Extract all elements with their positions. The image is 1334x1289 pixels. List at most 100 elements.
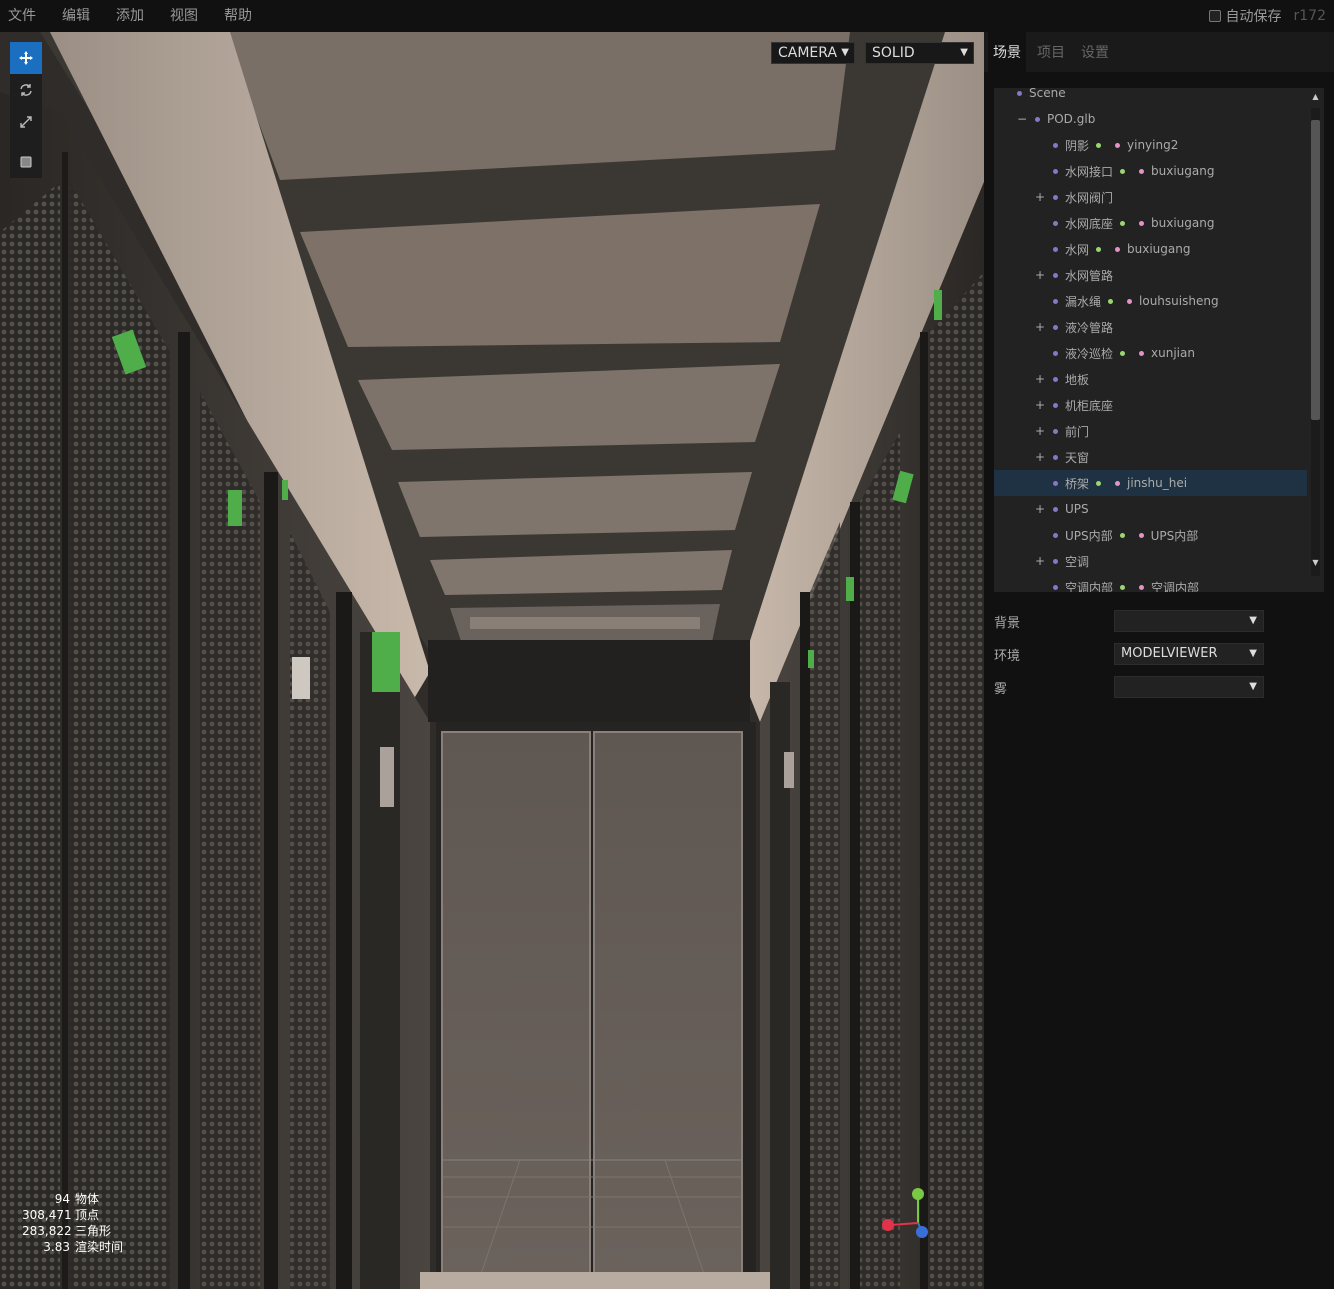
tab-settings[interactable]: 设置 <box>1076 32 1114 72</box>
outliner-item-name: 水网阀门 <box>1065 190 1114 205</box>
menu-edit[interactable]: 编辑 <box>54 0 98 32</box>
autosave-label[interactable]: 自动保存 <box>1226 6 1282 26</box>
chevron-down-icon: ▼ <box>960 47 968 58</box>
outliner-row[interactable]: 水网 buxiugang <box>994 236 1307 262</box>
geometry-icon <box>1120 350 1126 356</box>
geometry-icon <box>1096 480 1102 486</box>
outliner-row[interactable]: 水网接口 buxiugang <box>994 158 1307 184</box>
menu-add[interactable]: 添加 <box>108 0 152 32</box>
outliner-row[interactable]: + 水网管路 <box>994 262 1307 288</box>
geometry-icon <box>1096 246 1102 252</box>
scroll-up-icon[interactable]: ▲ <box>1307 90 1324 104</box>
outliner-item-name: 漏水绳 <box>1065 294 1102 309</box>
environment-label: 环境 <box>994 648 1021 664</box>
outliner-item-name: 水网管路 <box>1065 268 1114 283</box>
outliner-row[interactable]: + 机柜底座 <box>994 392 1307 418</box>
outliner-row[interactable]: 空调内部 空调内部 <box>994 574 1307 592</box>
object-type-icon <box>1053 584 1058 590</box>
tab-scene[interactable]: 场景 <box>988 32 1026 72</box>
menu-view[interactable]: 视图 <box>162 0 206 32</box>
info-triangles: 283,822 三角形 <box>22 1224 112 1238</box>
outliner-item-name: POD.glb <box>1047 112 1096 126</box>
outliner-item-name: 液冷管路 <box>1065 320 1114 335</box>
collapse-icon[interactable]: − <box>1016 112 1028 126</box>
outliner-row[interactable]: − POD.glb <box>994 106 1307 132</box>
rotate-icon[interactable] <box>10 74 42 106</box>
expand-icon[interactable]: + <box>1034 424 1046 438</box>
autosave-checkbox[interactable] <box>1208 10 1221 22</box>
material-icon <box>1138 532 1144 538</box>
outliner-item-name: 空调 <box>1065 554 1090 569</box>
chevron-down-icon: ▼ <box>841 47 849 58</box>
viewport[interactable]: CAMERA ▼ SOLID ▼ 94 物体 308,471 顶点 283,82… <box>0 32 984 1289</box>
outliner-item-material: UPS内部 <box>1150 528 1199 543</box>
scroll-down-icon[interactable]: ▼ <box>1307 556 1324 570</box>
outliner-item-name: 桥架 <box>1065 476 1090 491</box>
outliner-row[interactable]: + 水网阀门 <box>994 184 1307 210</box>
outliner-row[interactable]: 桥架 jinshu_hei <box>994 470 1307 496</box>
menu-help[interactable]: 帮助 <box>216 0 260 32</box>
expand-icon[interactable]: + <box>1034 502 1046 516</box>
object-type-icon <box>1053 480 1058 486</box>
object-type-icon <box>1053 142 1058 148</box>
version-label: r172 <box>1293 8 1326 24</box>
outliner-row[interactable]: + 液冷管路 <box>994 314 1307 340</box>
object-type-icon <box>1053 558 1058 564</box>
outliner-item-material: buxiugang <box>1127 242 1191 256</box>
expand-icon[interactable]: + <box>1034 398 1046 412</box>
expand-icon[interactable]: + <box>1034 320 1046 334</box>
expand-icon[interactable]: + <box>1034 450 1046 464</box>
outliner-row[interactable]: UPS内部 UPS内部 <box>994 522 1307 548</box>
expand-icon[interactable]: + <box>1034 372 1046 386</box>
outliner-row[interactable]: + 空调 <box>994 548 1307 574</box>
background-select[interactable]: ▼ <box>1114 610 1264 632</box>
material-icon <box>1139 168 1145 174</box>
outliner-row[interactable]: 液冷巡检 xunjian <box>994 340 1307 366</box>
translate-icon[interactable] <box>10 42 42 74</box>
render-info: 94 物体 308,471 顶点 283,822 三角形 3.83 渲染时间 <box>22 1191 123 1255</box>
background-row: 背景 ▼ <box>994 610 1324 632</box>
info-render-time: 3.83 渲染时间 <box>43 1240 124 1254</box>
outliner-row[interactable]: Scene <box>994 88 1307 106</box>
scene-outliner[interactable]: Scene − POD.glb 阴影 yinying2 水网接口 buxiugang + 水网阀… <box>994 88 1324 592</box>
environment-select[interactable]: MODELVIEWER ▼ <box>1114 643 1264 665</box>
object-type-icon <box>1053 350 1058 356</box>
scale-icon[interactable] <box>10 106 42 138</box>
object-type-icon <box>1017 90 1022 96</box>
shading-select[interactable]: SOLID ▼ <box>865 42 974 64</box>
sidebar: 场景 项目 设置 Scene − POD.glb 阴影 yinying2 水网接口 buxi… <box>984 32 1334 1289</box>
outliner-row[interactable]: + 地板 <box>994 366 1307 392</box>
expand-icon[interactable]: + <box>1034 190 1046 204</box>
expand-icon[interactable]: + <box>1034 268 1046 282</box>
object-type-icon <box>1053 168 1058 174</box>
outliner-scrollbar[interactable]: ▲ ▼ <box>1307 88 1324 592</box>
object-type-icon <box>1053 272 1058 278</box>
expand-icon[interactable]: + <box>1034 554 1046 568</box>
fog-select[interactable]: ▼ <box>1114 676 1264 698</box>
material-icon <box>1115 246 1121 252</box>
menubar: 文件 编辑 添加 视图 帮助 自动保存 r172 <box>0 0 1334 32</box>
object-type-icon <box>1035 116 1040 122</box>
outliner-item-name: 水网底座 <box>1065 216 1114 231</box>
scroll-thumb[interactable] <box>1311 120 1320 420</box>
outliner-row[interactable]: 漏水绳 louhsuisheng <box>994 288 1307 314</box>
outliner-item-material: buxiugang <box>1151 216 1215 230</box>
chevron-down-icon: ▼ <box>1249 615 1257 626</box>
fog-label: 雾 <box>994 681 1008 697</box>
scene-render[interactable] <box>0 32 984 1289</box>
outliner-item-name: 阴影 <box>1065 138 1090 153</box>
object-type-icon <box>1053 506 1058 512</box>
outliner-row[interactable]: + 天窗 <box>994 444 1307 470</box>
outliner-row[interactable]: 阴影 yinying2 <box>994 132 1307 158</box>
outliner-row[interactable]: + UPS <box>994 496 1307 522</box>
menu-file[interactable]: 文件 <box>0 0 44 32</box>
object-type-icon <box>1053 298 1058 304</box>
outliner-item-name: 水网 <box>1065 242 1090 257</box>
local-icon[interactable] <box>10 146 42 178</box>
material-icon <box>1115 480 1121 486</box>
outliner-row[interactable]: + 前门 <box>994 418 1307 444</box>
outliner-row[interactable]: 水网底座 buxiugang <box>994 210 1307 236</box>
outliner-item-material: jinshu_hei <box>1127 476 1188 490</box>
camera-select[interactable]: CAMERA ▼ <box>771 42 855 64</box>
tab-project[interactable]: 项目 <box>1032 32 1070 72</box>
